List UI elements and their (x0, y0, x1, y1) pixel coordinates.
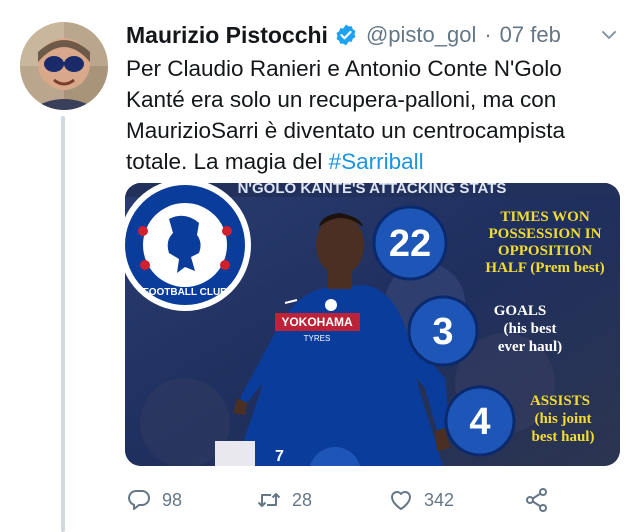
date-separator: · (484, 22, 492, 47)
thread-line (61, 116, 65, 532)
avatar-image (20, 22, 108, 110)
stat-label-line: TIMES WON (500, 209, 589, 225)
stat-label-line: (his best (504, 321, 557, 337)
share-icon (526, 488, 547, 512)
media-banner: N'GOLO KANTE'S ATTACKING STATS (238, 183, 507, 197)
tweet-date[interactable]: 07 feb (500, 22, 561, 48)
stat-value: 4 (469, 401, 490, 443)
reply-button[interactable]: 98 (126, 484, 182, 516)
shirt-number: 7 (275, 448, 284, 465)
like-button[interactable]: 342 (388, 484, 454, 516)
shirt-sponsor: YOKOHAMA (281, 315, 353, 329)
stat-label-line: POSSESSION IN (489, 226, 602, 242)
verified-badge-icon (336, 24, 356, 46)
tweet-text-line: Kanté era solo un recupera-palloni, ma c… (126, 87, 557, 112)
media-image: N'GOLO KANTE'S ATTACKING STATS FOOTBALL … (125, 183, 620, 466)
stat-label-line: HALF (Prem best) (485, 260, 604, 276)
stat-label-line: ASSISTS (530, 393, 590, 409)
stat-label-line: best haul) (532, 429, 595, 445)
stat-label-line: GOALS (494, 303, 547, 319)
like-count: 342 (424, 489, 455, 510)
action-bar: 98 28 342 (126, 484, 596, 516)
tweet-text: Per Claudio Ranieri e Antonio Conte N'Go… (126, 53, 616, 177)
reply-icon (128, 490, 150, 510)
like-icon (391, 491, 411, 510)
share-button[interactable] (524, 484, 550, 516)
tweet-header: Maurizio Pistocchi @pisto_gol · 07 feb (126, 18, 561, 52)
stat-label-line: (his joint (534, 411, 591, 427)
tweet-text-line: totale. La magia del #Sarriball (126, 146, 616, 177)
reply-count: 98 (162, 489, 183, 510)
avatar[interactable] (20, 22, 108, 110)
stat-label-line: OPPOSITION (498, 243, 592, 259)
retweet-count: 28 (292, 489, 313, 510)
stat-value: 3 (432, 311, 453, 353)
tweet-text-line: Per Claudio Ranieri e Antonio Conte N'Go… (126, 56, 562, 81)
author-handle[interactable]: @pisto_gol (366, 22, 476, 48)
crest-text: FOOTBALL CLUB (143, 287, 228, 298)
author-name[interactable]: Maurizio Pistocchi (126, 22, 328, 49)
tweet-media[interactable]: N'GOLO KANTE'S ATTACKING STATS FOOTBALL … (125, 183, 620, 466)
hashtag-link[interactable]: #Sarriball (329, 149, 424, 174)
chevron-down-icon[interactable] (600, 26, 618, 44)
tweet-text-line: MaurizioSarri è diventato un centrocampi… (126, 118, 565, 143)
retweet-button[interactable]: 28 (256, 484, 312, 516)
stat-label-line: ever haul) (498, 339, 562, 355)
stat-value: 22 (389, 223, 431, 265)
retweet-icon (257, 493, 281, 507)
tweet-text-last: totale. La magia del (126, 149, 329, 174)
shirt-sponsor-sub: TYRES (304, 334, 331, 343)
